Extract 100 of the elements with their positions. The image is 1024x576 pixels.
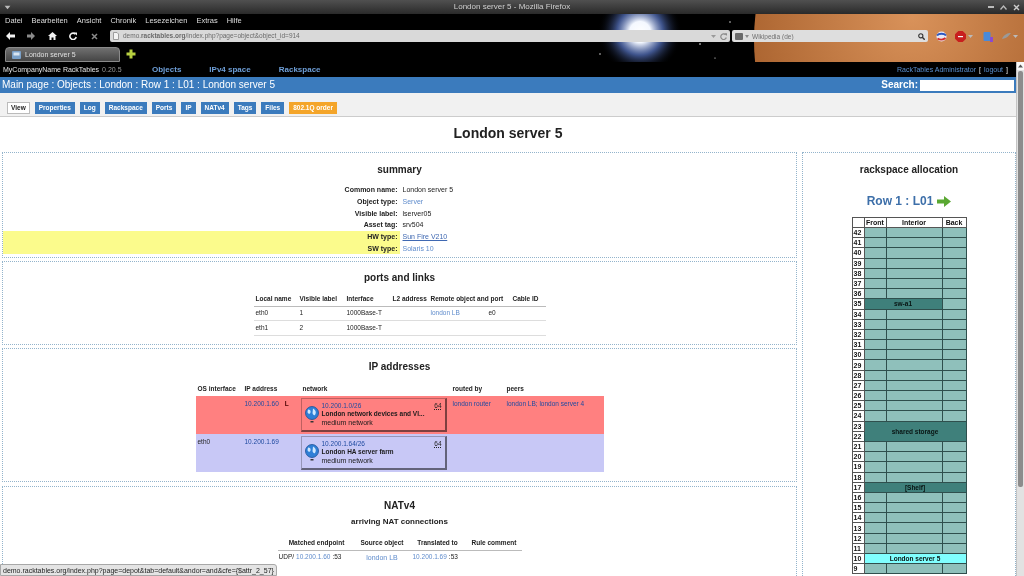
rack-slot[interactable] — [942, 472, 966, 483]
rack-slot[interactable] — [864, 472, 886, 483]
rack-slot[interactable] — [886, 278, 942, 289]
rack-slot[interactable] — [864, 278, 886, 289]
rack-slot[interactable] — [864, 390, 886, 401]
back-icon[interactable] — [6, 32, 15, 40]
rack-slot[interactable] — [886, 522, 942, 534]
rack-slot[interactable] — [942, 441, 966, 452]
rack-slot[interactable] — [942, 268, 966, 279]
rack-slot[interactable] — [864, 410, 886, 422]
rack-slot[interactable] — [886, 472, 942, 483]
caret-icon[interactable] — [4, 4, 11, 10]
rack-slot[interactable] — [942, 543, 966, 554]
rack-slot[interactable] — [886, 451, 942, 462]
rack-slot[interactable] — [886, 400, 942, 411]
plus-icon[interactable] — [126, 49, 136, 59]
rack-slot[interactable] — [886, 563, 942, 574]
rack-slot[interactable] — [942, 380, 966, 391]
home-icon[interactable] — [48, 32, 57, 40]
rack-slot[interactable] — [864, 339, 886, 350]
stop-sign-icon[interactable] — [955, 30, 966, 42]
rack-slot[interactable] — [886, 227, 942, 238]
rack-slot[interactable] — [942, 359, 966, 371]
rack-slot[interactable] — [886, 441, 942, 452]
rack-slot[interactable] — [886, 512, 942, 523]
rack-slot[interactable] — [942, 410, 966, 422]
rack-slot[interactable] — [886, 370, 942, 381]
rack-slot[interactable] — [864, 512, 886, 523]
rack-slot[interactable] — [864, 461, 886, 472]
rack-slot[interactable] — [942, 319, 966, 330]
rack-name-link[interactable]: Row 1 : L01 — [866, 195, 934, 207]
rack-slot[interactable] — [864, 268, 886, 279]
rack-slot[interactable] — [942, 461, 966, 472]
rack-slot[interactable] — [942, 258, 966, 269]
scrollbar-thumb[interactable] — [1018, 71, 1023, 487]
rack-slot[interactable] — [864, 237, 886, 248]
rack-slot[interactable] — [864, 349, 886, 360]
rack-slot[interactable] — [864, 359, 886, 371]
rack-slot[interactable] — [886, 359, 942, 371]
rack-slot[interactable] — [886, 492, 942, 503]
search-field[interactable] — [920, 79, 1014, 91]
rack-slot[interactable] — [886, 268, 942, 279]
rack-slot[interactable] — [864, 543, 886, 554]
rack-slot[interactable] — [864, 451, 886, 462]
menu-link[interactable]: Rackspace — [278, 65, 321, 74]
rack-slot[interactable] — [942, 329, 966, 340]
rack-slot[interactable] — [864, 492, 886, 503]
rack-slot[interactable] — [864, 370, 886, 381]
rack-slot[interactable] — [886, 309, 942, 320]
rack-slot[interactable] — [942, 288, 966, 299]
rack-slot[interactable] — [886, 247, 942, 259]
rack-slot[interactable] — [886, 258, 942, 269]
rack-slot[interactable] — [942, 237, 966, 248]
rack-slot[interactable] — [886, 329, 942, 340]
rack-slot[interactable] — [864, 522, 886, 534]
scrollbar[interactable] — [1016, 62, 1024, 576]
menu-link[interactable]: Objects — [152, 65, 182, 74]
rack-slot[interactable] — [886, 533, 942, 544]
rack-slot[interactable] — [864, 329, 886, 340]
rack-slot[interactable] — [942, 247, 966, 259]
rack-slot[interactable] — [942, 502, 966, 513]
rack-slot[interactable] — [864, 319, 886, 330]
rack-slot[interactable] — [942, 512, 966, 523]
rack-slot[interactable] — [886, 319, 942, 330]
rack-slot[interactable] — [942, 492, 966, 503]
rack-slot[interactable] — [886, 339, 942, 350]
rack-slot[interactable] — [942, 390, 966, 401]
rack-slot[interactable] — [942, 563, 966, 574]
rack-slot[interactable] — [864, 227, 886, 238]
forward-icon[interactable] — [27, 32, 35, 40]
rack-slot[interactable] — [864, 441, 886, 452]
rack-slot[interactable] — [886, 390, 942, 401]
rack-slot[interactable] — [864, 380, 886, 391]
ball-icon[interactable] — [936, 30, 947, 42]
rack-slot[interactable] — [864, 563, 886, 574]
rack-slot[interactable] — [864, 502, 886, 513]
rack-slot[interactable] — [864, 400, 886, 411]
rack-slot[interactable] — [886, 543, 942, 554]
rack-slot[interactable] — [864, 533, 886, 544]
rack-slot[interactable] — [942, 370, 966, 381]
rack-slot[interactable] — [886, 349, 942, 360]
menu-link[interactable]: IPv4 space — [209, 65, 251, 74]
rack-slot[interactable] — [942, 339, 966, 350]
rack-slot[interactable] — [942, 309, 966, 320]
rack-slot[interactable] — [942, 298, 966, 309]
rack-slot[interactable] — [864, 247, 886, 259]
rack-slot[interactable] — [942, 400, 966, 411]
maximize-icon[interactable] — [1000, 4, 1007, 10]
rack-slot[interactable] — [864, 309, 886, 320]
arrow-up-icon[interactable] — [1017, 62, 1024, 70]
stop-icon[interactable] — [91, 32, 98, 40]
search-icon[interactable] — [918, 32, 925, 40]
rack-slot[interactable] — [886, 380, 942, 391]
rack-slot[interactable] — [864, 288, 886, 299]
rack-slot[interactable] — [942, 349, 966, 360]
rack-slot[interactable] — [942, 451, 966, 462]
rack-slot[interactable] — [886, 502, 942, 513]
rack-slot[interactable] — [942, 522, 966, 534]
rack-slot[interactable] — [864, 258, 886, 269]
close-icon[interactable] — [1013, 3, 1020, 11]
